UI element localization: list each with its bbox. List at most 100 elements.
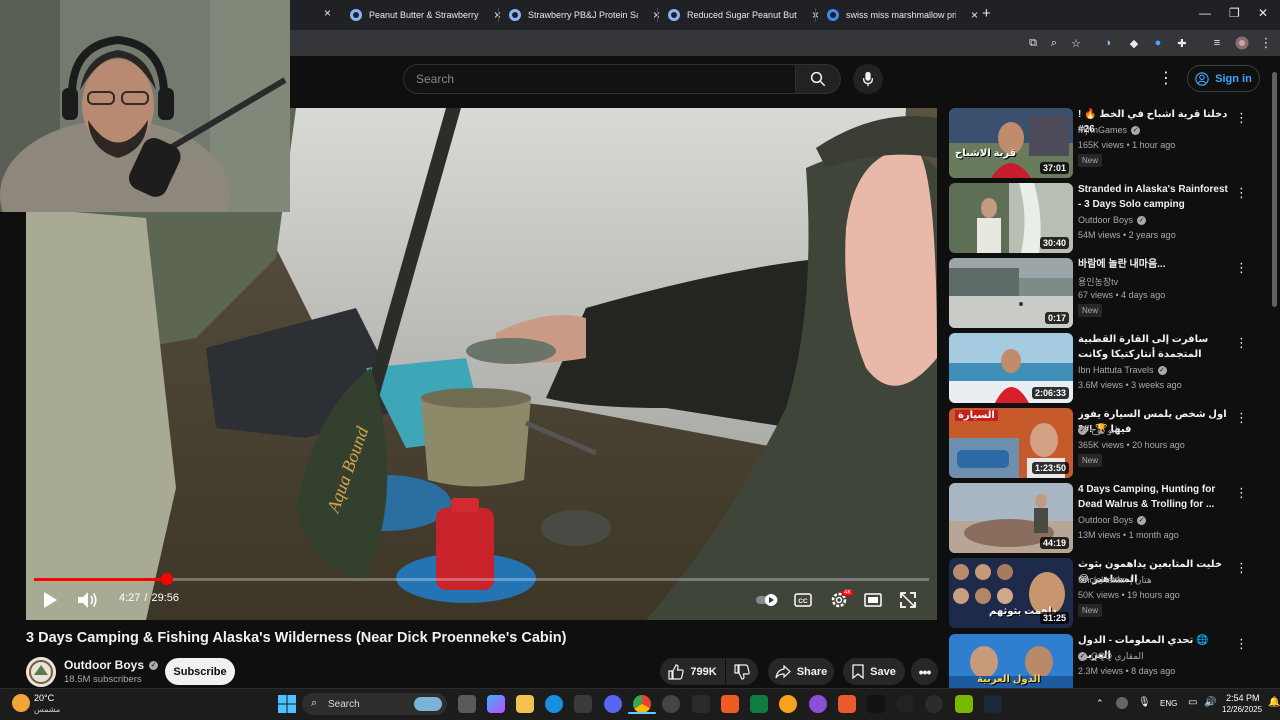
settings-button[interactable]: 4K xyxy=(828,590,854,610)
store-icon[interactable] xyxy=(574,695,592,713)
fullscreen-button[interactable] xyxy=(898,590,918,610)
recommended-channel[interactable]: ✓ ابو دوح xyxy=(1078,425,1117,436)
recommended-title[interactable]: Stranded in Alaska's Rainforest - 3 Days… xyxy=(1078,183,1228,212)
clock-date[interactable]: 12/26/2025 xyxy=(1222,705,1262,714)
recommended-channel[interactable]: UncleHattan | هتان xyxy=(1078,575,1152,586)
browser-tab[interactable]: Peanut Butter & Strawberry Sp × xyxy=(350,4,501,26)
clock-time[interactable]: 2:54 PM xyxy=(1226,693,1260,703)
app-icon[interactable] xyxy=(838,695,856,713)
recommended-menu-button[interactable]: ⋮ xyxy=(1235,185,1248,201)
edge-icon[interactable] xyxy=(545,695,563,713)
channel-avatar[interactable] xyxy=(26,657,56,687)
recommended-channel[interactable]: Outdoor Boys ✓ xyxy=(1078,515,1147,525)
app-icon[interactable] xyxy=(692,695,710,713)
recommended-channel[interactable]: Ibn Hattuta Travels ✓ xyxy=(1078,365,1167,375)
recommended-video[interactable]: 30:40 Stranded in Alaska's Rainforest - … xyxy=(949,183,1249,253)
install-app-icon[interactable]: ⧉ xyxy=(1025,35,1041,51)
voice-search-button[interactable] xyxy=(853,64,883,94)
channel-name[interactable]: Outdoor Boys ✓ xyxy=(64,658,158,672)
language-indicator[interactable]: ENG xyxy=(1160,699,1177,708)
network-icon[interactable]: ▭ xyxy=(1188,697,1197,708)
recommended-video[interactable]: السيارة 1:23:50 اول شخص يلمس السيارة يفو… xyxy=(949,408,1249,478)
recommended-channel[interactable]: MjrmGames ✓ xyxy=(1078,125,1140,135)
chrome-icon[interactable] xyxy=(633,695,651,713)
reading-list-icon[interactable]: ≡ xyxy=(1209,35,1225,51)
recommended-video[interactable]: 0:17 바람에 놀란 내마음... 용인농장tv 67 views • 4 d… xyxy=(949,258,1249,328)
notification-app-icon[interactable] xyxy=(779,695,797,713)
scrollbar-thumb[interactable] xyxy=(1272,72,1277,307)
window-close-icon[interactable]: ✕ xyxy=(1258,6,1268,20)
weather-icon[interactable] xyxy=(12,694,30,712)
steam-icon[interactable] xyxy=(662,695,680,713)
video-thumbnail[interactable]: قرية الاشباح 37:01 xyxy=(949,108,1073,178)
app-icon[interactable] xyxy=(809,695,827,713)
tab-close-button[interactable]: × xyxy=(324,6,331,20)
extension-icon[interactable]: ◆ xyxy=(1126,35,1142,51)
volume-tray-icon[interactable]: 🔊 xyxy=(1204,697,1216,708)
excel-icon[interactable] xyxy=(750,695,768,713)
brave-icon[interactable] xyxy=(721,695,739,713)
play-button[interactable] xyxy=(40,590,60,610)
autoplay-toggle[interactable] xyxy=(756,590,780,610)
tray-expand-icon[interactable]: ⌃ xyxy=(1096,698,1104,709)
video-thumbnail[interactable]: 30:40 xyxy=(949,183,1073,253)
microphone-tray-icon[interactable]: 🎙 xyxy=(1138,697,1151,708)
copilot-icon[interactable] xyxy=(487,695,505,713)
mute-button[interactable] xyxy=(76,590,100,610)
recommended-title[interactable]: سافرت إلى القارة القطبية المتجمدة أنتارك… xyxy=(1078,333,1228,363)
recommended-title[interactable]: 4 Days Camping, Hunting for Dead Walrus … xyxy=(1078,483,1228,512)
app-icon[interactable] xyxy=(896,695,914,713)
recommended-menu-button[interactable]: ⋮ xyxy=(1235,485,1248,501)
recommended-video[interactable]: 2:06:33 سافرت إلى القارة القطبية المتجمد… xyxy=(949,333,1249,403)
dislike-button[interactable] xyxy=(726,658,758,685)
search-button[interactable] xyxy=(795,64,841,94)
recommended-channel[interactable]: ✓ QQQ المقاري xyxy=(1078,651,1144,662)
profile-avatar-icon[interactable] xyxy=(1234,35,1250,51)
maximize-icon[interactable]: ❐ xyxy=(1229,6,1240,20)
video-thumbnail[interactable]: داهمت بثوثهم 31:25 xyxy=(949,558,1073,628)
file-explorer-icon[interactable] xyxy=(516,695,534,713)
nvidia-icon[interactable] xyxy=(955,695,973,713)
new-tab-button[interactable]: + xyxy=(982,5,991,22)
recommended-menu-button[interactable]: ⋮ xyxy=(1235,560,1248,576)
minimize-icon[interactable]: — xyxy=(1199,6,1211,20)
browser-tab[interactable]: Reduced Sugar Peanut Butter & × xyxy=(668,4,819,26)
windows-start-icon[interactable] xyxy=(278,695,296,713)
recommended-video[interactable]: قرية الاشباح 37:01 دخلنا قرية اشباح في ا… xyxy=(949,108,1249,178)
captions-button[interactable]: CC xyxy=(793,590,813,610)
video-thumbnail[interactable]: 0:17 xyxy=(949,258,1073,328)
browser-tab[interactable]: swiss miss marshmallow price - × xyxy=(827,4,978,26)
steam-app-icon[interactable] xyxy=(984,695,1002,713)
zoom-icon[interactable]: ⌕ xyxy=(1046,35,1062,51)
discord-icon[interactable] xyxy=(604,695,622,713)
like-button[interactable]: 799K xyxy=(660,658,725,685)
video-thumbnail[interactable]: 2:06:33 xyxy=(949,333,1073,403)
video-thumbnail[interactable]: 44:19 xyxy=(949,483,1073,553)
recommended-channel[interactable]: 용인농장tv xyxy=(1078,275,1118,288)
browser-menu-icon[interactable]: ⋮ xyxy=(1258,35,1274,51)
sign-in-button[interactable]: Sign in xyxy=(1187,65,1260,92)
video-thumbnail[interactable]: السيارة 1:23:50 xyxy=(949,408,1073,478)
save-button[interactable]: Save xyxy=(843,658,905,685)
share-button[interactable]: Share xyxy=(768,658,834,685)
video-thumbnail[interactable]: الدول العربية xyxy=(949,634,1073,688)
bookmark-star-icon[interactable]: ☆ xyxy=(1068,35,1084,51)
browser-tab[interactable]: Strawberry PB&J Protein Sandw × xyxy=(509,4,660,26)
more-actions-button[interactable]: ••• xyxy=(911,658,938,685)
recommended-video[interactable]: داهمت بثوثهم 31:25 خليت المتابعين يداهمو… xyxy=(949,558,1249,628)
recommended-menu-button[interactable]: ⋮ xyxy=(1235,636,1248,652)
recommended-menu-button[interactable]: ⋮ xyxy=(1235,335,1248,351)
taskbar-search[interactable]: ⌕ Search xyxy=(302,693,447,715)
recommended-video[interactable]: 44:19 4 Days Camping, Hunting for Dead W… xyxy=(949,483,1249,553)
recommended-title[interactable]: 바람에 놀란 내마음... xyxy=(1078,258,1228,273)
search-input[interactable]: Search xyxy=(403,64,796,94)
recommended-channel[interactable]: Outdoor Boys ✓ xyxy=(1078,215,1147,225)
notification-bell-icon[interactable]: 🔔 xyxy=(1268,697,1280,708)
recommended-menu-button[interactable]: ⋮ xyxy=(1235,110,1248,126)
subscribe-button[interactable]: Subscribe xyxy=(165,658,235,685)
recommended-video[interactable]: الدول العربية 🌐 تحدي المعلومات - الدول ا… xyxy=(949,634,1249,688)
task-view-icon[interactable] xyxy=(458,695,476,713)
tiktok-icon[interactable] xyxy=(867,695,885,713)
settings-more-button[interactable]: ⋮ xyxy=(1158,70,1174,88)
extension-icon[interactable]: ◗ xyxy=(1101,35,1117,51)
